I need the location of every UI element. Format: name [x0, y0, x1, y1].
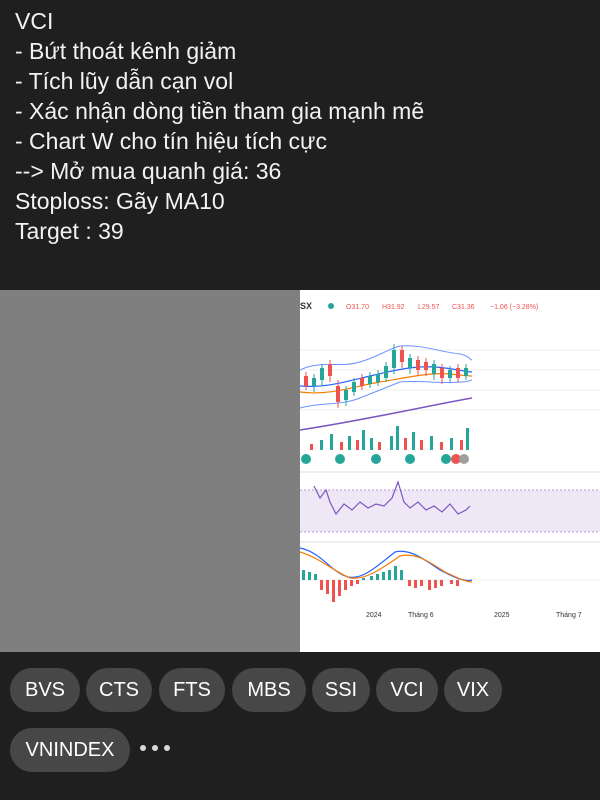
tag-chip-ssi[interactable]: SSI	[312, 668, 370, 712]
message-title: VCI	[15, 8, 54, 34]
dot	[164, 745, 170, 751]
rsi-panel	[300, 480, 600, 533]
dot	[140, 745, 146, 751]
exchange-label: SX	[300, 301, 312, 311]
tag-chip-vix[interactable]: VIX	[444, 668, 502, 712]
image-placeholder[interactable]	[0, 290, 300, 652]
time-label: Tháng 7	[556, 612, 582, 619]
event-markers	[301, 454, 469, 464]
message-line: - Chart W cho tín hiệu tích cực	[15, 128, 327, 154]
tag-chip-bvs[interactable]: BVS	[10, 668, 80, 712]
ohlc-close: C31.36	[452, 304, 475, 311]
message-line: - Xác nhận dòng tiền tham gia mạnh mẽ	[15, 98, 425, 124]
tag-chip-mbs[interactable]: MBS	[232, 668, 306, 712]
ohlc-low: L29.57	[418, 304, 440, 311]
bollinger-lower	[300, 379, 473, 409]
message-text: VCI - Bứt thoát kênh giảm - Tích lũy dẫn…	[15, 6, 585, 246]
long-ma-line	[300, 397, 473, 431]
ellipsis-icon[interactable]	[140, 733, 170, 763]
time-axis: 2024 Tháng 6 2025 Tháng 7	[366, 612, 582, 619]
ohlc-open: O31.70	[346, 304, 369, 311]
tag-chip-vnindex[interactable]: VNINDEX	[10, 728, 130, 772]
candlesticks	[304, 344, 468, 408]
tag-chip-fts[interactable]: FTS	[159, 668, 225, 712]
time-label: 2024	[366, 612, 382, 619]
macd-panel	[300, 547, 600, 602]
tag-chip-cts[interactable]: CTS	[86, 668, 152, 712]
message-line: --> Mở mua quanh giá: 36	[15, 158, 282, 184]
ohlc-high: H31.92	[382, 304, 405, 311]
volume-bars	[310, 426, 469, 450]
message-line: - Bứt thoát kênh giảm	[15, 38, 237, 64]
tag-chip-vci[interactable]: VCI	[376, 668, 438, 712]
message-line: - Tích lũy dẫn cạn vol	[15, 68, 234, 94]
status-dot-icon	[328, 303, 334, 309]
media-gallery: SX O31.70 H31.92 L29.57 C31.36 −1.06 (−3…	[0, 290, 600, 652]
message-line: Target : 39	[15, 218, 124, 244]
price-panel	[300, 344, 600, 464]
dot	[152, 745, 158, 751]
time-label: Tháng 6	[408, 612, 434, 619]
chart-image[interactable]: SX O31.70 H31.92 L29.57 C31.36 −1.06 (−3…	[300, 290, 600, 652]
chart-screenshot: SX O31.70 H31.92 L29.57 C31.36 −1.06 (−3…	[300, 301, 600, 619]
tag-bar: BVS CTS FTS MBS SSI VCI VIX VNINDEX	[0, 652, 600, 800]
ohlc-change: −1.06 (−3.28%)	[490, 304, 538, 311]
ohlc-readout: O31.70 H31.92 L29.57 C31.36 −1.06 (−3.28…	[346, 304, 538, 311]
time-label: 2025	[494, 612, 510, 619]
message-line: Stoploss: Gãy MA10	[15, 188, 225, 214]
